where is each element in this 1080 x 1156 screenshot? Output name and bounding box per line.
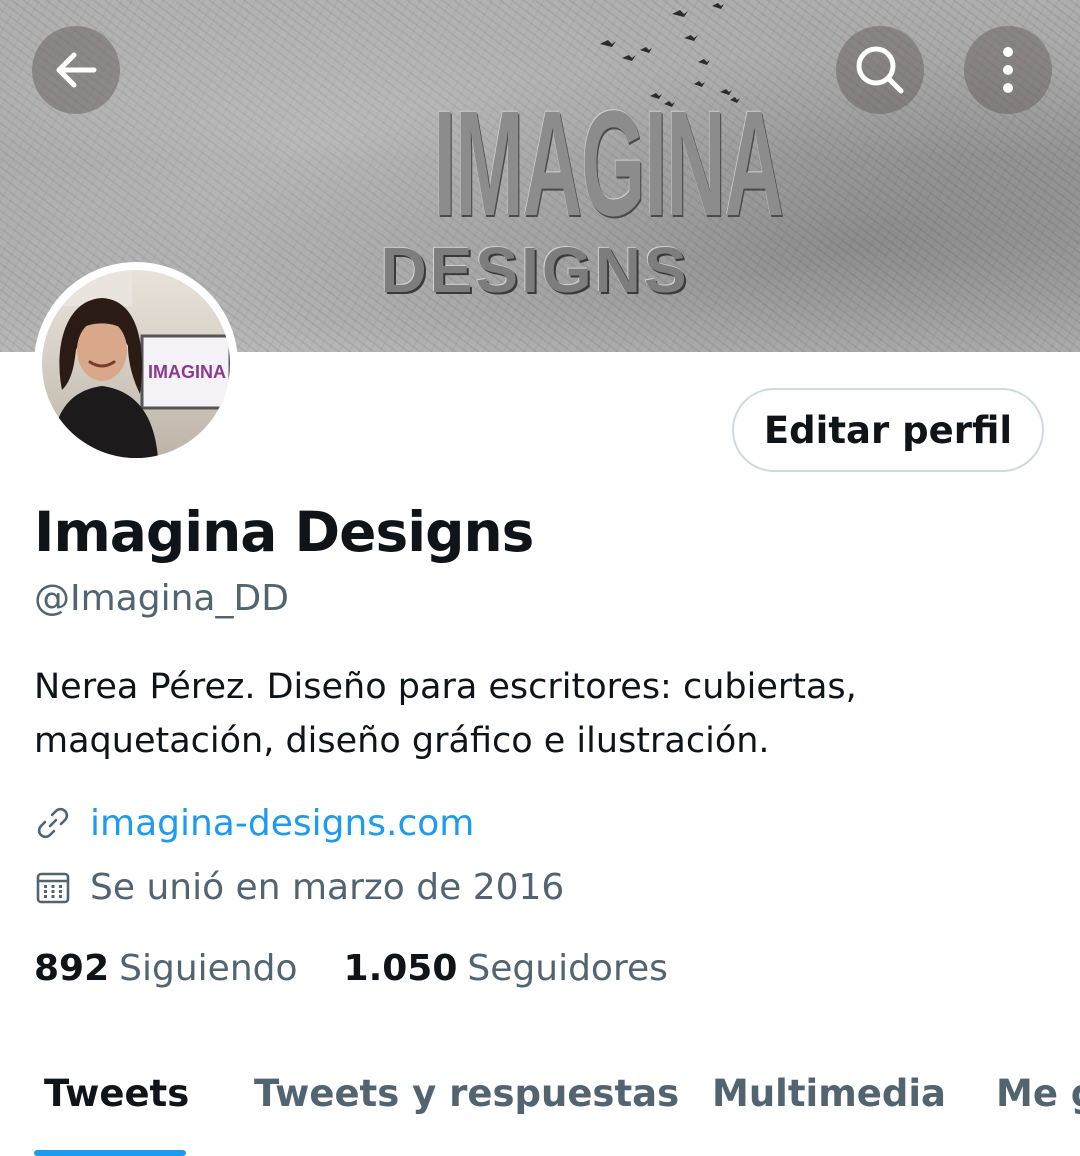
tab-tweets[interactable]: Tweets xyxy=(44,1072,189,1115)
website-link[interactable]: imagina-designs.com xyxy=(90,803,474,844)
tab-likes[interactable]: Me gusta xyxy=(996,1072,1080,1115)
tab-media[interactable]: Multimedia xyxy=(712,1072,946,1115)
more-vertical-icon xyxy=(1003,47,1013,93)
avatar-screen-text: IMAGINA xyxy=(148,362,226,382)
follow-stats: 892 Siguiendo 1.050 Seguidores xyxy=(34,948,714,989)
link-icon xyxy=(34,804,72,842)
arrow-left-icon xyxy=(56,52,97,88)
profile-tabs: Tweets Tweets y respuestas Multimedia Me… xyxy=(0,1060,1080,1156)
banner-logo: IMAGINA DESIGNS xyxy=(350,79,784,306)
following-count: 892 xyxy=(34,948,110,989)
calendar-icon xyxy=(34,868,72,906)
tab-tweets-replies[interactable]: Tweets y respuestas xyxy=(254,1072,679,1115)
edit-profile-button[interactable]: Editar perfil xyxy=(732,388,1044,472)
followers-label: Seguidores xyxy=(467,948,668,989)
joined-row: Se unió en marzo de 2016 xyxy=(34,864,564,910)
profile-bio: Nerea Pérez. Diseño para escritores: cub… xyxy=(34,667,857,761)
avatar-illustration: IMAGINA xyxy=(42,270,230,458)
following-label: Siguiendo xyxy=(119,948,298,989)
avatar-photo: IMAGINA xyxy=(42,270,230,458)
profile-name: Imagina Designs xyxy=(34,500,534,564)
more-button[interactable] xyxy=(964,26,1052,114)
followers-count: 1.050 xyxy=(343,948,458,989)
active-tab-indicator xyxy=(34,1150,186,1156)
profile-handle: @Imagina_DD xyxy=(34,578,289,619)
search-button[interactable] xyxy=(836,26,924,114)
joined-date: Se unió en marzo de 2016 xyxy=(90,866,565,908)
banner-logo-line1: IMAGINA xyxy=(433,79,784,247)
banner-logo-line2: DESIGNS xyxy=(380,234,690,306)
search-icon xyxy=(856,46,904,94)
back-button[interactable] xyxy=(32,26,120,114)
avatar[interactable]: IMAGINA xyxy=(34,262,238,466)
website-row: imagina-designs.com xyxy=(34,800,474,846)
followers-stat[interactable]: 1.050 Seguidores xyxy=(344,948,668,989)
following-stat[interactable]: 892 Siguiendo xyxy=(34,948,298,989)
